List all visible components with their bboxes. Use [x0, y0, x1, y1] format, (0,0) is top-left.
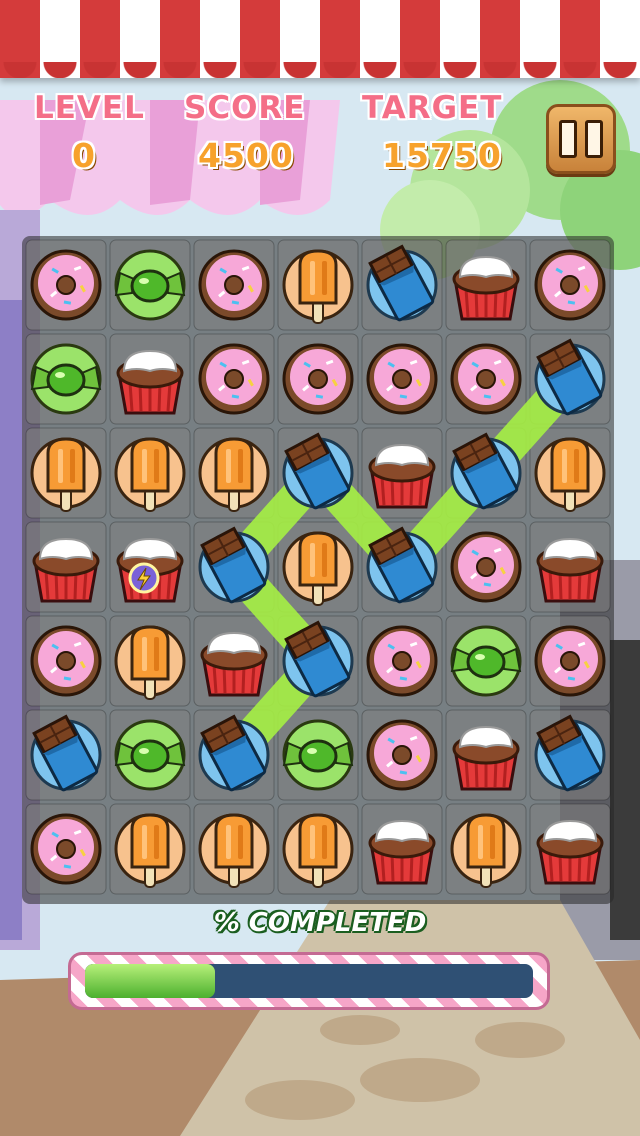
- game-scene: LEVEL 0 SCORE 4500 TARGET 15750 % COMPLE…: [0, 0, 640, 1136]
- score-value: 4500: [198, 136, 294, 175]
- score-label: SCORE: [184, 90, 306, 126]
- awning-scallops: [0, 62, 640, 78]
- cupcake-icon[interactable]: [368, 443, 436, 509]
- pause-button[interactable]: [546, 104, 616, 174]
- donut-icon[interactable]: [198, 343, 270, 415]
- lightning-icon: [128, 562, 160, 594]
- donut-icon[interactable]: [534, 625, 606, 697]
- donut-icon[interactable]: [450, 343, 522, 415]
- candy-icon[interactable]: [282, 719, 354, 791]
- level-label: LEVEL: [34, 90, 145, 126]
- cupcake-icon[interactable]: [536, 537, 604, 603]
- progress-label: % COMPLETED: [213, 908, 427, 938]
- donut-icon[interactable]: [282, 343, 354, 415]
- candy-icon[interactable]: [450, 625, 522, 697]
- cupcake-icon[interactable]: [452, 255, 520, 321]
- cupcake-icon[interactable]: [536, 819, 604, 885]
- donut-icon[interactable]: [366, 625, 438, 697]
- level-value: 0: [72, 136, 96, 175]
- candy-icon[interactable]: [114, 719, 186, 791]
- donut-icon[interactable]: [198, 249, 270, 321]
- donut-icon[interactable]: [366, 343, 438, 415]
- candy-icon[interactable]: [114, 249, 186, 321]
- donut-icon[interactable]: [366, 719, 438, 791]
- progress-fill: [85, 964, 215, 998]
- target-value: 15750: [382, 136, 502, 175]
- donut-icon[interactable]: [30, 625, 102, 697]
- donut-icon[interactable]: [450, 531, 522, 603]
- cupcake-icon[interactable]: [32, 537, 100, 603]
- donut-icon[interactable]: [534, 249, 606, 321]
- candy-icon[interactable]: [30, 343, 102, 415]
- cupcake-icon[interactable]: [452, 725, 520, 791]
- progress-track: [85, 964, 533, 998]
- progress-bar: [68, 952, 550, 1010]
- cupcake-icon[interactable]: [200, 631, 268, 697]
- donut-icon[interactable]: [30, 249, 102, 321]
- board-canvas: [25, 239, 611, 895]
- cupcake-icon[interactable]: [368, 819, 436, 885]
- target-label: TARGET: [362, 90, 503, 126]
- game-board: [22, 236, 614, 904]
- cupcake-icon[interactable]: [116, 349, 184, 415]
- donut-icon[interactable]: [30, 813, 102, 885]
- pause-icon: [559, 120, 603, 158]
